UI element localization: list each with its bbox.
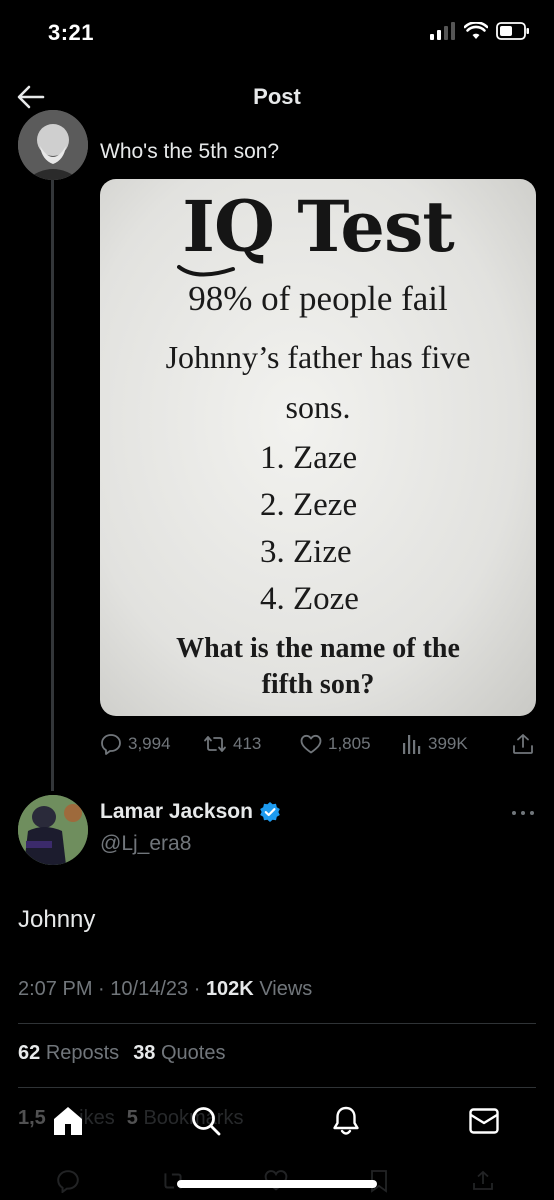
image-list-item: 3. Zize <box>260 534 352 570</box>
wifi-icon <box>464 22 488 39</box>
page-title: Post <box>253 84 301 109</box>
avatar-image <box>18 110 88 180</box>
tab-notifications[interactable] <box>328 1103 364 1139</box>
meta-separator: · <box>193 978 201 1000</box>
post-metadata: 2:07 PM · 10/14/23 · 102K Views <box>18 978 312 1001</box>
home-icon <box>54 1107 82 1135</box>
heart-icon <box>300 734 322 754</box>
share-icon <box>513 734 533 754</box>
nav-bar: Post <box>0 66 554 128</box>
author-avatar[interactable] <box>18 795 88 865</box>
bottom-tab-bar <box>0 1093 554 1149</box>
messages-icon <box>469 1108 499 1134</box>
quotes-label: Quotes <box>161 1042 226 1064</box>
status-icons <box>430 22 530 40</box>
meta-separator: · <box>98 978 105 1000</box>
quoted-post-actions: 3,994 413 1,805 399K <box>100 730 536 758</box>
battery-icon <box>496 22 529 40</box>
reposts-label: Reposts <box>45 1042 120 1064</box>
views-count: 399K <box>428 734 468 753</box>
quotes-stat[interactable]: 38 Quotes <box>133 1042 225 1065</box>
more-dots-icon <box>512 811 534 815</box>
image-title: IQ Test <box>182 185 454 268</box>
share-button[interactable] <box>512 730 534 758</box>
quotes-count: 38 <box>133 1042 156 1064</box>
post-text: Johnny <box>18 906 96 933</box>
quoted-post-text: Who's the 5th son? <box>100 140 280 163</box>
divider <box>18 1087 536 1088</box>
image-ask-line-1: What is the name of the <box>176 633 460 664</box>
image-list-item: 4. Zoze <box>260 581 359 617</box>
more-options-button[interactable] <box>510 806 536 820</box>
tab-search[interactable] <box>188 1103 224 1139</box>
verified-badge-icon <box>260 802 280 822</box>
image-title-swoosh <box>177 265 235 277</box>
engagement-stats: 62 Reposts 38 Quotes <box>18 1042 225 1065</box>
views-chart-icon <box>403 735 421 754</box>
reply-count: 3,994 <box>128 734 171 753</box>
views-button[interactable]: 399K <box>402 730 468 758</box>
avatar-image <box>18 795 88 865</box>
image-list-item: 1. Zaze <box>260 440 358 476</box>
post-image[interactable]: IQ Test 98% of people fail Johnny’s fath… <box>100 179 536 716</box>
reply-button[interactable]: 3,994 <box>100 730 171 758</box>
views-count: 102K <box>205 978 254 1000</box>
reply-icon <box>57 1170 79 1193</box>
status-bar: 3:21 <box>0 0 554 66</box>
repost-button[interactable]: 413 <box>203 730 261 758</box>
share-icon <box>473 1170 493 1190</box>
image-ask-line-2: fifth son? <box>261 669 375 700</box>
image-son-list: 1. Zaze 2. Zeze 3. Zize 4. Zoze <box>260 435 359 623</box>
status-time: 3:21 <box>48 20 95 45</box>
notifications-icon <box>333 1106 359 1135</box>
author-name[interactable]: Lamar Jackson <box>100 800 281 824</box>
like-count: 1,805 <box>328 734 371 753</box>
divider <box>18 1023 536 1024</box>
cellular-signal-icon <box>430 22 455 40</box>
post-time[interactable]: 2:07 PM <box>18 978 92 1000</box>
post-date[interactable]: 10/14/23 <box>110 978 188 1000</box>
image-list-item: 2. Zeze <box>260 487 358 523</box>
reposts-stat[interactable]: 62 Reposts <box>18 1042 119 1065</box>
repost-icon <box>204 736 226 752</box>
quoted-post-avatar[interactable] <box>18 110 88 180</box>
tab-home[interactable] <box>50 1103 86 1139</box>
image-question-line-2: sons. <box>285 389 351 425</box>
reply-icon <box>101 734 121 755</box>
reposts-count: 62 <box>18 1042 41 1064</box>
views-label: Views <box>259 978 313 1000</box>
repost-count: 413 <box>233 734 262 753</box>
author-handle[interactable]: @Lj_era8 <box>100 832 191 856</box>
like-button[interactable]: 1,805 <box>300 730 371 758</box>
thread-line <box>51 176 54 791</box>
search-icon <box>192 1107 221 1136</box>
image-question-line-1: Johnny’s father has five <box>165 339 471 375</box>
home-indicator <box>177 1180 377 1188</box>
tab-messages[interactable] <box>466 1103 502 1139</box>
author-display-name: Lamar Jackson <box>100 800 253 823</box>
image-subtitle: 98% of people fail <box>188 279 448 318</box>
